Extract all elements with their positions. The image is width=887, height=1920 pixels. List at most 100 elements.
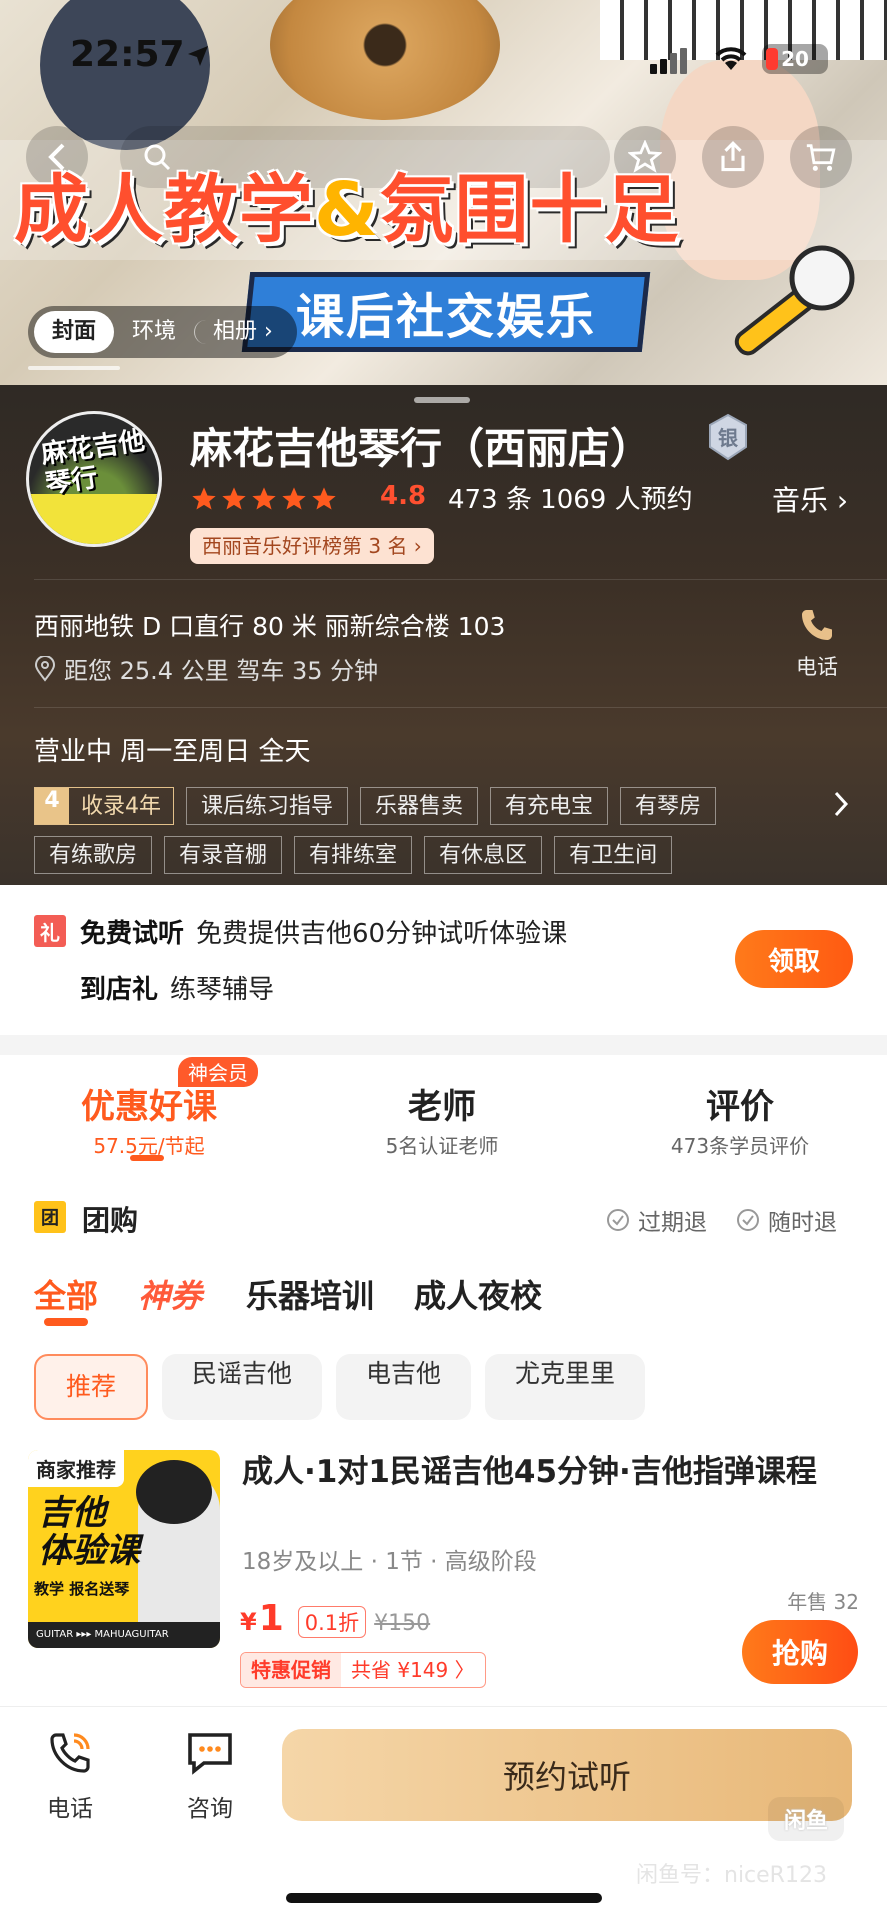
original-price: ¥150: [374, 1611, 431, 1636]
gift-line-trial-text: 免费提供吉他60分钟试听体验课: [196, 919, 568, 949]
gift-line-store-title: 到店礼: [80, 975, 159, 1005]
filter-ukulele[interactable]: 尤克里里: [485, 1354, 646, 1420]
album-tab-cover[interactable]: 封面: [34, 311, 115, 353]
shop-phone-button[interactable]: 电话: [796, 607, 838, 681]
status-time: 22:57: [70, 34, 185, 75]
drag-handle[interactable]: [414, 397, 470, 403]
cover-photo-carousel[interactable]: 22:57 20 成人教学&氛围十足 课后社交娱乐 封面 环境 相册 ›: [0, 0, 887, 385]
tab-teachers-title: 老师: [408, 1087, 476, 1127]
shopping-cart-button[interactable]: [790, 126, 852, 188]
album-tab-gallery[interactable]: 相册 ›: [194, 320, 291, 344]
microphone-icon: [734, 245, 855, 356]
silver-medal-icon[interactable]: 银: [706, 413, 750, 461]
year-badge-text: 收录4年: [81, 794, 161, 819]
cat-tab-all[interactable]: 全部: [34, 1271, 98, 1317]
refund-expired-text: 过期退: [638, 1210, 707, 1236]
tab-teachers-sub: 5名认证老师: [385, 1134, 499, 1158]
business-hours: 营业中 周一至周日 全天: [34, 737, 311, 767]
gift-line-store-text: 练琴辅导: [170, 975, 275, 1005]
gift-line-trial: 免费试听 免费提供吉他60分钟试听体验课: [80, 913, 567, 950]
headline-part2: 氛围十足: [379, 167, 680, 253]
deal-price: ¥ 1 0.1折 ¥150: [240, 1598, 430, 1639]
home-indicator[interactable]: [286, 1893, 602, 1903]
battery-icon: 20: [762, 44, 828, 74]
deal-image-tag: 商家推荐: [28, 1450, 124, 1487]
share-button[interactable]: [702, 126, 764, 188]
bottom-consult-label: 咨询: [187, 1796, 233, 1822]
hero-subtitle: 课后社交娱乐: [295, 289, 596, 345]
tab-courses[interactable]: 优惠好课 57.5元/节起: [74, 1079, 224, 1159]
reviews-bookings[interactable]: 473 条 1069 人预约: [448, 479, 693, 516]
star-icon: [192, 487, 216, 510]
rating-score: 4.8: [380, 481, 427, 511]
category-tabs: 全部 神券 乐器培训 成人夜校: [0, 1265, 887, 1345]
shop-distance: 距您 25.4 公里 驾车 35 分钟: [34, 651, 378, 686]
tab-teachers[interactable]: 老师 5名认证老师: [362, 1079, 522, 1159]
shop-phone-label: 电话: [796, 655, 838, 679]
deal-image-headline-2: 体验课: [38, 1531, 140, 1571]
facility-tag: 课后练习指导: [186, 787, 349, 825]
cat-tab-instrument[interactable]: 乐器培训: [246, 1271, 374, 1317]
deal-title[interactable]: 成人·1对1民谣吉他45分钟·吉他指弹课程: [242, 1450, 862, 1494]
deal-meta: 18岁及以上 · 1节 · 高级阶段: [242, 1549, 537, 1575]
shop-logo[interactable]: 麻花吉他琴行: [26, 411, 162, 547]
promo-badge[interactable]: 特惠促销 共省 ¥149 〉: [240, 1652, 486, 1688]
section-gap: [0, 1035, 887, 1055]
headline-ampersand: &: [314, 167, 380, 253]
promo-saving: 共省 ¥149 〉: [351, 1658, 475, 1682]
deal-image-caption: 教学 报名送琴: [34, 1580, 130, 1598]
xianyu-logo: 闲鱼: [768, 1797, 844, 1841]
shop-address[interactable]: 西丽地铁 D 口直行 80 米 丽新综合楼 103: [34, 607, 505, 643]
discount-badge: 0.1折: [297, 1606, 367, 1638]
facility-tag: 有录音棚: [164, 836, 283, 874]
vip-badge: 神会员: [178, 1057, 258, 1087]
star-icon: [222, 487, 246, 510]
location-pin-icon: [34, 655, 56, 682]
refund-anytime: 随时退: [736, 1203, 837, 1237]
filter-electric-guitar[interactable]: 电吉他: [336, 1354, 472, 1420]
active-tab-indicator: [130, 1155, 164, 1161]
rank-badge[interactable]: 西丽音乐好评榜第 3 名 ›: [190, 528, 434, 564]
phone-call-icon: [50, 1733, 90, 1773]
deal-image-headline-1: 吉他: [38, 1493, 106, 1533]
deal-image-footer: GUITAR ▸▸▸ MAHUAGUITAR: [28, 1622, 220, 1648]
shop-category-link[interactable]: 音乐 ›: [772, 479, 848, 519]
facility-tag: 有卫生间: [554, 836, 673, 874]
deal-image-headline: 吉他 体验课: [38, 1494, 140, 1570]
chevron-right-icon[interactable]: [828, 789, 854, 819]
facility-tag: 乐器售卖: [360, 787, 479, 825]
sub-filter-tabs: 推荐 民谣吉他 电吉他 尤克里里: [34, 1354, 646, 1420]
filter-folk-guitar[interactable]: 民谣吉他: [162, 1354, 323, 1420]
facility-tags-row2[interactable]: 有练歌房 有录音棚 有排练室 有休息区 有卫生间: [34, 836, 673, 874]
cat-tab-coupon[interactable]: 神券: [138, 1271, 202, 1317]
facility-tag: 有休息区: [424, 836, 543, 874]
facility-tag: 有琴房: [620, 787, 717, 825]
claim-button[interactable]: 领取: [735, 930, 853, 988]
deal-image-hair: [136, 1460, 212, 1524]
divider: [34, 579, 887, 580]
headline-part1: 成人教学: [14, 167, 314, 253]
reserve-trial-button[interactable]: 预约试听: [282, 1729, 852, 1821]
watermark: 闲鱼号：niceR123: [636, 1863, 827, 1888]
tab-reviews[interactable]: 评价 473条学员评价: [650, 1079, 830, 1159]
shop-distance-text: 距您 25.4 公里 驾车 35 分钟: [64, 657, 379, 685]
deal-image[interactable]: 商家推荐 吉他 体验课 教学 报名送琴 GUITAR ▸▸▸ MAHUAGUITA…: [28, 1450, 220, 1648]
cat-tab-night-school[interactable]: 成人夜校: [414, 1271, 542, 1317]
shop-category: 音乐: [772, 484, 829, 517]
bottom-phone-label: 电话: [47, 1796, 93, 1822]
album-tab-environment[interactable]: 环境: [114, 311, 194, 353]
group-buy-icon: 团: [34, 1201, 66, 1233]
buy-button[interactable]: 抢购: [742, 1620, 858, 1684]
bottom-action-bar: 电话 咨询 预约试听 闲鱼 闲鱼号：niceR123: [0, 1706, 887, 1920]
refund-expired: 过期退: [606, 1203, 707, 1237]
deal-card[interactable]: 商家推荐 吉他 体验课 教学 报名送琴 GUITAR ▸▸▸ MAHUAGUITA…: [0, 1440, 887, 1710]
facility-tags-row1[interactable]: 4 收录4年 课后练习指导 乐器售卖 有充电宝 有琴房: [34, 787, 717, 825]
logo-bg: [29, 494, 159, 544]
price-value: 1: [258, 1598, 284, 1639]
bottom-consult-button[interactable]: 咨询: [160, 1729, 260, 1823]
filter-recommended[interactable]: 推荐: [34, 1354, 149, 1420]
group-buy-header: 团 团购 过期退 随时退: [0, 1175, 887, 1275]
tab-reviews-title: 评价: [706, 1087, 774, 1127]
bottom-phone-button[interactable]: 电话: [20, 1729, 120, 1823]
wifi-icon: [715, 47, 747, 70]
